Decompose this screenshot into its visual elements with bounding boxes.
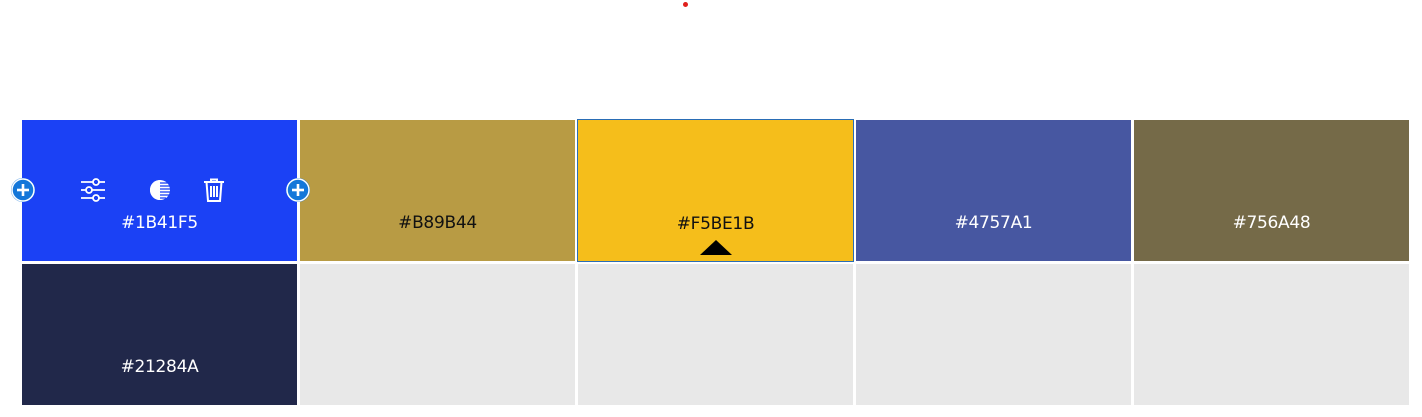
swatch-hex-label: #B89B44 [398,213,477,233]
swatch-6[interactable]: #21284A [22,264,297,405]
selected-indicator [700,240,732,255]
plus-circle-icon [286,178,310,202]
add-color-left-button[interactable] [11,178,35,202]
swatch-hex-label: #21284A [120,357,199,377]
sliders-icon[interactable] [80,177,106,203]
swatch-3[interactable]: #F5BE1B [577,119,854,262]
swatch-hex-label: #756A48 [1232,213,1311,233]
swatch-hex-label: #1B41F5 [121,213,198,233]
trash-icon[interactable] [201,177,227,203]
swatch-5[interactable]: #756A48 [1134,120,1409,261]
empty-slot[interactable] [300,264,575,405]
contrast-icon[interactable] [147,177,173,203]
empty-slot[interactable] [856,264,1131,405]
add-color-right-button[interactable] [286,178,310,202]
swatch-hex-label: #4757A1 [954,213,1033,233]
plus-circle-icon [11,178,35,202]
palette-page: #1B41F5 #B89B44 #F5BE1B #4757A1 #756A48 … [0,0,1422,417]
swatch-1[interactable]: #1B41F5 [22,120,297,261]
swatch-2[interactable]: #B89B44 [300,120,575,261]
swatch-hex-label: #F5BE1B [676,214,755,234]
empty-slot[interactable] [1134,264,1409,405]
swatch-4[interactable]: #4757A1 [856,120,1131,261]
empty-slot[interactable] [578,264,853,405]
status-dot [683,2,688,7]
